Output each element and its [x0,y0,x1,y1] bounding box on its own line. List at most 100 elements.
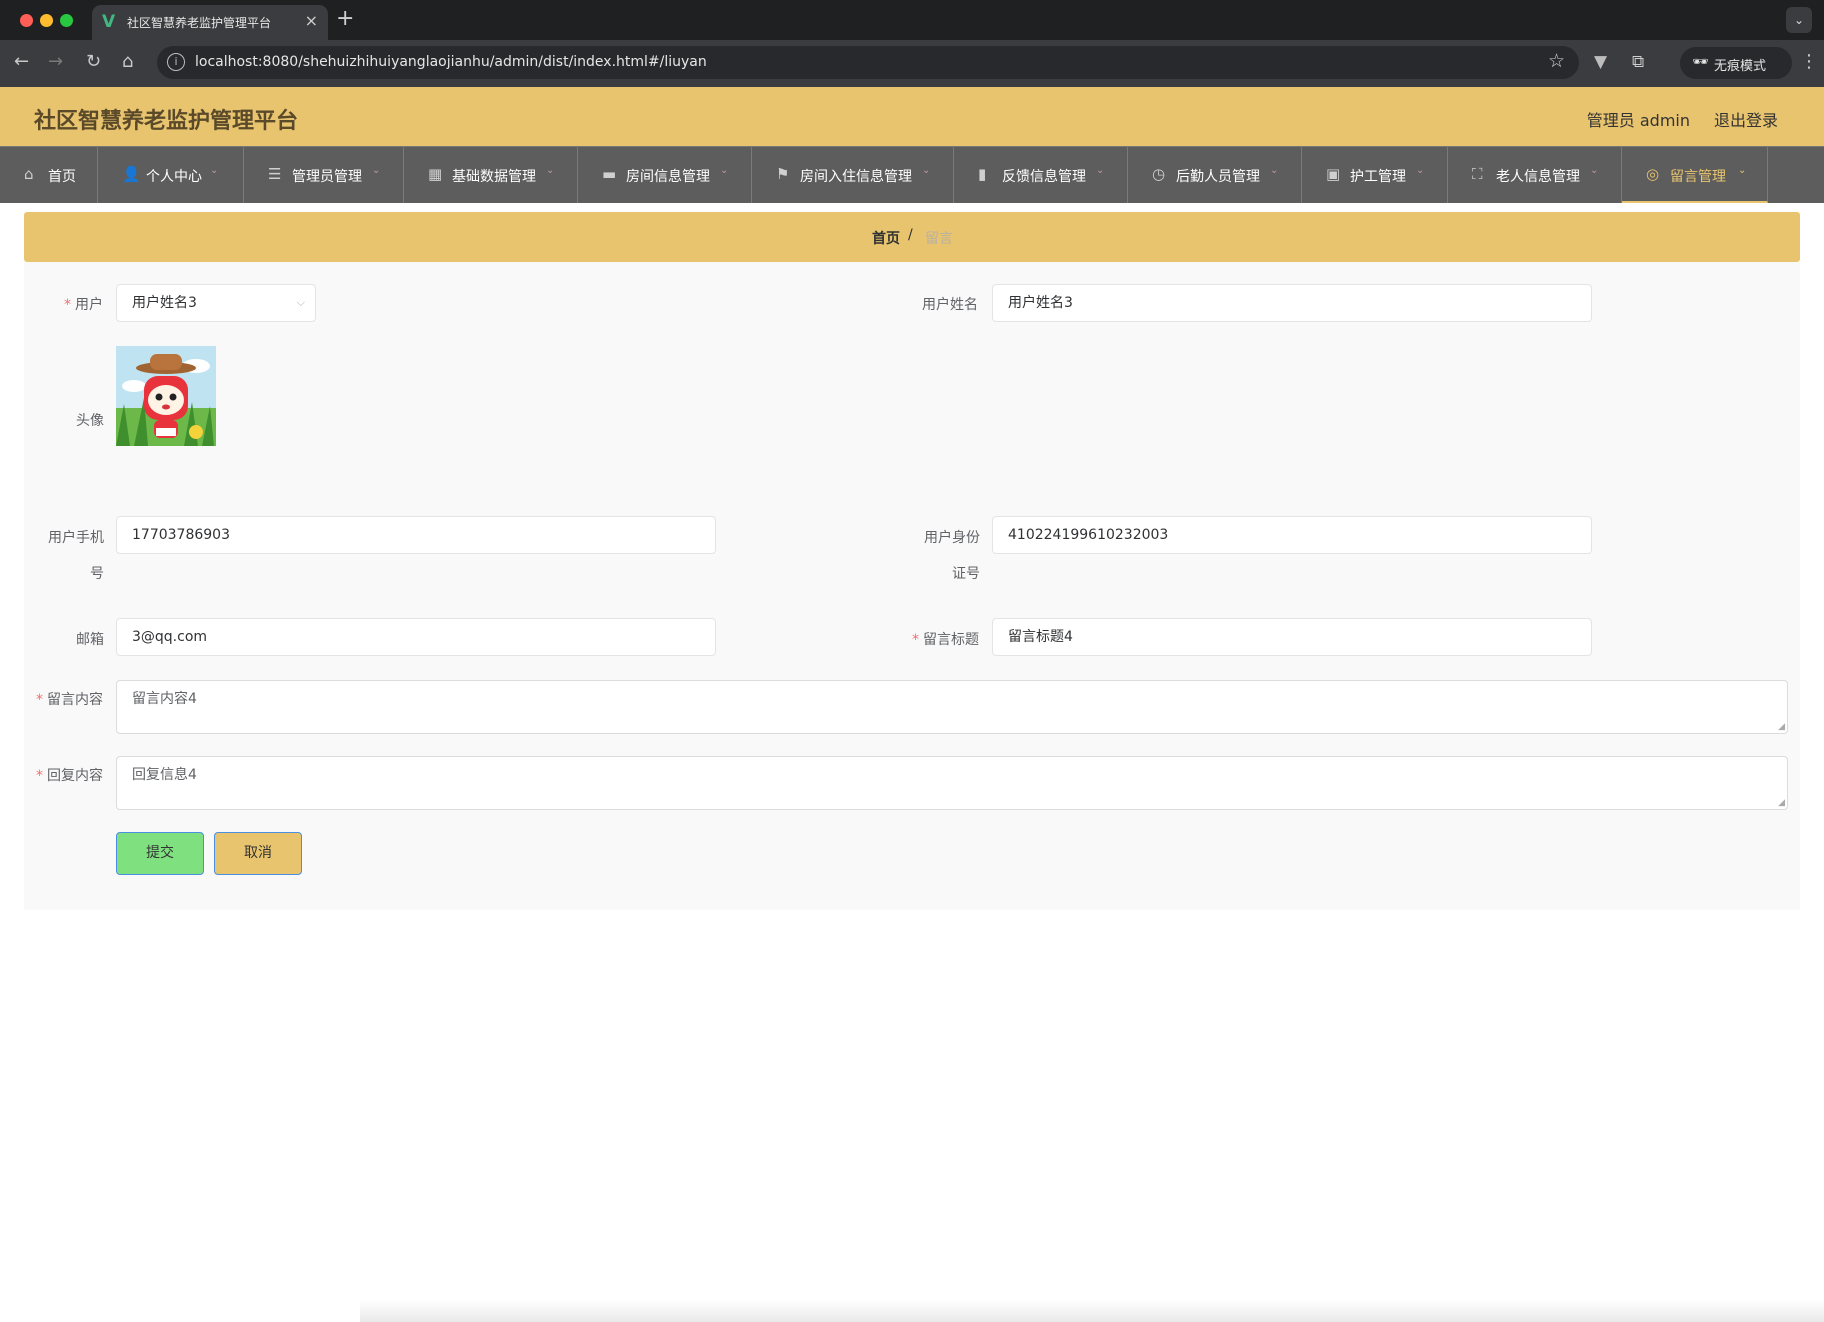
nav-item-feedback-management[interactable]: ▮ 反馈信息管理 ⌄ [954,147,1128,203]
chevron-down-icon: ⌄ [1416,165,1425,176]
label-text: 留言内容 [47,692,103,708]
back-arrow-icon[interactable]: ← [14,51,29,72]
nav-item-room-info-management[interactable]: ▬ 房间信息管理 ⌄ [578,147,752,203]
chevron-down-icon: ⌄ [1096,165,1105,176]
chart-icon: ▮ [978,165,987,183]
current-user: 管理员 admin [1586,111,1690,130]
phone-input[interactable]: 17703786903 [116,516,716,554]
reply-content-textarea[interactable]: 回复信息4 ◢ [116,756,1788,810]
top-nav-menu: ⌂ 首页 👤 个人中心 ⌄ ☰ 管理员管理 ⌄ ▦ 基础数据管理 ⌄ ▬ 房间信… [0,146,1824,203]
minimize-window-button[interactable] [40,14,53,27]
close-tab-icon[interactable]: × [305,11,318,30]
window-edge-shadow [360,1300,1824,1322]
resize-handle-icon[interactable]: ◢ [1778,722,1785,732]
msg-title-input[interactable]: 留言标题4 [992,618,1592,656]
chevron-down-icon: ⌄ [1270,165,1279,176]
nav-item-label: 首页 [48,169,76,185]
nav-item-home[interactable]: ⌂ 首页 [0,147,98,203]
forward-arrow-icon[interactable]: → [48,51,63,72]
nav-item-logistics-staff-management[interactable]: ◷ 后勤人员管理 ⌄ [1128,147,1302,203]
avatar[interactable] [116,346,216,446]
required-asterisk: * [36,692,43,708]
msg-content-label: * 留言内容 [36,689,103,709]
vue-devtools-extension-icon[interactable]: ▼ [1594,52,1607,72]
nav-item-admin-management[interactable]: ☰ 管理员管理 ⌄ [244,147,404,203]
fullscreen-icon: ⛶ [1472,165,1483,183]
msg-content-value: 留言内容4 [132,691,197,707]
close-window-button[interactable] [20,14,33,27]
chevron-down-icon: ⌵ [296,296,305,309]
nav-item-label: 护工管理 [1350,169,1406,185]
msg-content-textarea[interactable]: 留言内容4 ◢ [116,680,1788,734]
breadcrumb-current: 留言 [925,231,953,247]
label-text: 用户手机 [48,530,104,546]
nav-item-label: 老人信息管理 [1496,169,1580,185]
nav-item-label: 管理员管理 [292,169,362,185]
nav-item-label: 反馈信息管理 [1002,169,1086,185]
site-info-icon[interactable]: i [167,53,185,71]
resize-handle-icon[interactable]: ◢ [1778,798,1785,808]
vue-logo-icon: V [102,12,116,32]
submit-button[interactable]: 提交 [116,832,204,875]
extensions-puzzle-icon[interactable]: ⧉ [1632,52,1644,72]
breadcrumb: 首页 / 留言 [24,212,1800,262]
user-icon: 👤 [122,165,141,183]
nav-item-room-checkin-management[interactable]: ⚑ 房间入住信息管理 ⌄ [752,147,954,203]
user-select[interactable]: 用户姓名3 ⌵ [116,284,316,322]
app-header: 社区智慧养老监护管理平台 管理员 admin 退出登录 [0,87,1824,146]
address-bar[interactable]: i localhost:8080/shehuizhihuiyanglaojian… [157,46,1579,79]
nav-item-label: 个人中心 [146,169,202,185]
logout-link[interactable]: 退出登录 [1714,107,1778,131]
nav-item-elderly-info-management[interactable]: ⛶ 老人信息管理 ⌄ [1448,147,1622,203]
tab-search-chevron-icon[interactable]: ⌄ [1786,7,1812,33]
incognito-badge[interactable]: 🕶 无痕模式 [1680,47,1792,79]
nav-item-label: 基础数据管理 [452,169,536,185]
user-name-input[interactable]: 用户姓名3 [992,284,1592,322]
home-browser-icon[interactable]: ⌂ [122,51,133,72]
browser-tab-strip: V 社区智慧养老监护管理平台 × + ⌄ [0,0,1824,40]
user-select-label: * 用户 [64,294,103,314]
chevron-down-icon: ⌄ [546,165,555,176]
nav-item-personal-center[interactable]: 👤 个人中心 ⌄ [98,147,244,203]
nav-item-basic-data-management[interactable]: ▦ 基础数据管理 ⌄ [404,147,578,203]
label-text: 证号 [952,566,980,582]
browser-tab-title: 社区智慧养老监护管理平台 [127,16,272,30]
email-label: 邮箱 [76,632,104,648]
breadcrumb-separator: / [908,227,913,243]
app-title: 社区智慧养老监护管理平台 [34,109,299,134]
url-text[interactable]: localhost:8080/shehuizhihuiyanglaojianhu… [195,54,707,70]
message-form [24,262,1800,910]
label-text: 留言标题 [923,632,979,648]
chevron-down-icon: ⌄ [372,165,381,176]
chevron-down-icon: ⌄ [210,165,219,176]
chevron-down-icon: ⌄ [922,165,931,176]
msg-title-label: * 留言标题 [912,629,979,649]
bookmark-star-icon[interactable]: ☆ [1548,50,1565,72]
nav-item-message-management[interactable]: ◎ 留言管理 ⌄ [1622,147,1768,203]
nav-item-label: 留言管理 [1670,169,1726,185]
breadcrumb-home[interactable]: 首页 [872,228,900,248]
email-input[interactable]: 3@qq.com [116,618,716,656]
label-text: 用户 [75,297,103,313]
new-tab-icon[interactable]: + [336,6,354,31]
chevron-down-icon: ⌄ [1590,165,1599,176]
browser-tab[interactable]: V 社区智慧养老监护管理平台 × [92,5,328,40]
id-card-label: 用户身份 证号 [922,527,980,583]
reload-icon[interactable]: ↻ [86,51,101,72]
required-asterisk: * [36,768,43,784]
cancel-button[interactable]: 取消 [214,832,302,875]
id-card-input[interactable]: 410224199610232003 [992,516,1592,554]
reply-content-label: * 回复内容 [36,765,103,785]
label-text: 回复内容 [47,768,103,784]
required-asterisk: * [64,297,71,313]
user-select-value: 用户姓名3 [132,295,197,311]
list-icon: ☰ [268,165,282,183]
label-text: 号 [90,566,104,582]
required-asterisk: * [912,632,919,648]
nav-item-caregiver-management[interactable]: ▣ 护工管理 ⌄ [1302,147,1448,203]
maximize-window-button[interactable] [60,14,73,27]
clock-icon: ◷ [1152,165,1166,183]
browser-menu-icon[interactable]: ⋮ [1800,51,1818,72]
user-name-label: 用户姓名 [922,297,978,313]
incognito-label: 无痕模式 [1714,59,1767,74]
